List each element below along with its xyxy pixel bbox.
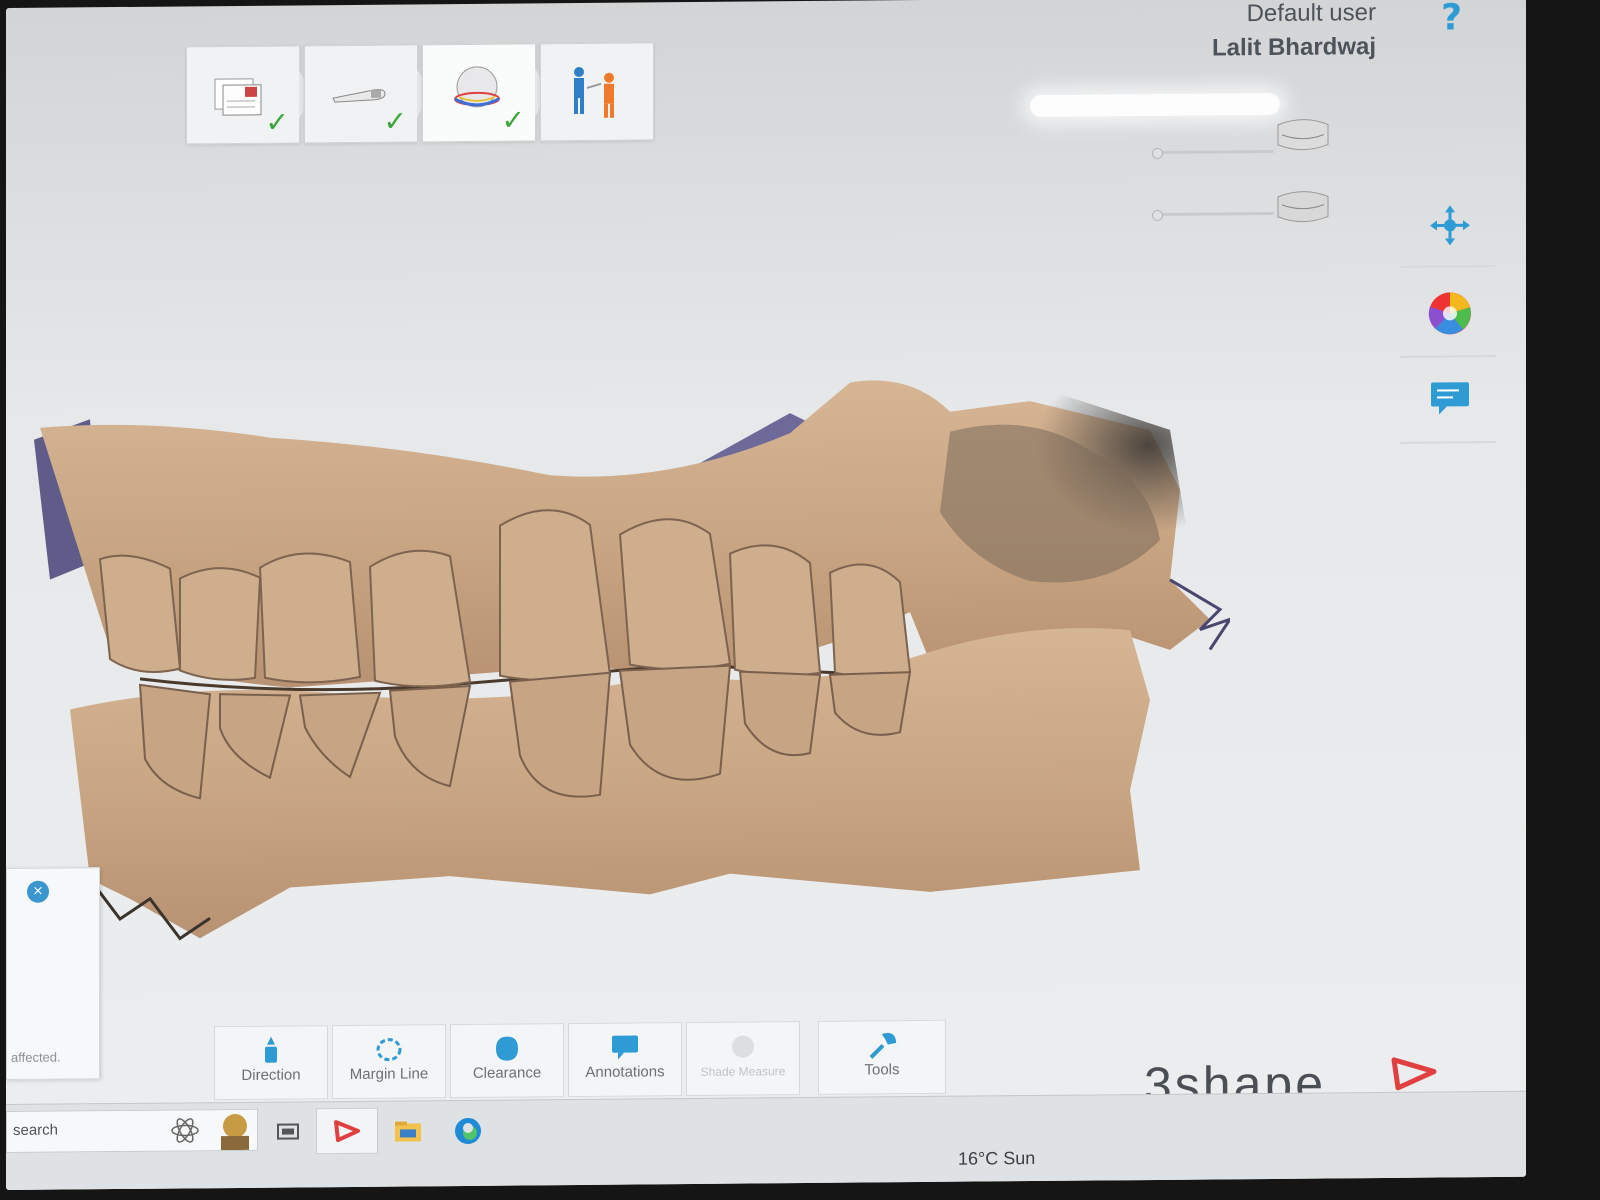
- clearance-button[interactable]: Clearance: [450, 1023, 564, 1099]
- shade-measure-label: Shade Measure: [700, 1064, 786, 1079]
- app-window: ✓ ✓ ✓ Default user Lalit Bhardwaj ? × af…: [6, 0, 1526, 1191]
- margin-line-button[interactable]: Margin Line: [332, 1024, 446, 1100]
- task-view-icon[interactable]: [272, 1116, 304, 1148]
- step-done-check: ✓: [383, 104, 407, 138]
- toolbar-divider: [1400, 354, 1496, 358]
- slider-knob[interactable]: [1152, 147, 1163, 159]
- toolbar-divider: [1400, 440, 1496, 444]
- os-taskbar: search 16°C Sun: [6, 1090, 1526, 1191]
- slider-knob[interactable]: [1152, 209, 1163, 221]
- 3shape-app-icon: [334, 1120, 360, 1143]
- search-placeholder: search: [13, 1121, 59, 1139]
- annotations-button[interactable]: Annotations: [568, 1022, 682, 1098]
- clearance-label: Clearance: [472, 1064, 542, 1082]
- margin-line-icon: [376, 1038, 402, 1062]
- tools-label: Tools: [864, 1061, 900, 1079]
- comment-icon[interactable]: [1418, 367, 1482, 432]
- weather-widget[interactable]: 16°C Sun: [958, 1148, 1035, 1170]
- shade-measure-icon: [732, 1035, 754, 1058]
- tools-button[interactable]: Tools: [818, 1019, 946, 1095]
- scanner-icon: [332, 89, 386, 103]
- lower-jaw-icon[interactable]: [1274, 182, 1332, 229]
- file-explorer-icon[interactable]: [392, 1115, 424, 1147]
- step-done-check: ✓: [501, 103, 525, 137]
- annotations-icon: [612, 1035, 638, 1060]
- upper-jaw-icon[interactable]: [1274, 116, 1332, 163]
- screen-glare: [1030, 92, 1280, 118]
- margin-line-label: Margin Line: [349, 1065, 429, 1083]
- annotations-label: Annotations: [585, 1063, 665, 1081]
- direction-icon: [265, 1036, 277, 1063]
- close-icon[interactable]: ×: [27, 880, 49, 903]
- help-icon[interactable]: ?: [1441, 0, 1462, 38]
- cortana-figure-icon: [221, 1114, 249, 1151]
- logo-triangle-icon: [1391, 1057, 1437, 1091]
- side-panel-text: affected.: [11, 1049, 61, 1065]
- toolbar-divider: [1400, 264, 1496, 268]
- workflow-step-scanner[interactable]: ✓: [304, 44, 418, 144]
- order-form-icon: [214, 78, 262, 116]
- move-icon[interactable]: [1418, 193, 1482, 258]
- send-to-lab-icon: [574, 66, 614, 118]
- shade-measure-button[interactable]: Shade Measure: [686, 1021, 800, 1097]
- step-done-check: ✓: [265, 105, 289, 139]
- user-info[interactable]: Default user Lalit Bhardwaj: [1212, 0, 1376, 65]
- lower-jaw-opacity-slider[interactable]: [1152, 209, 1274, 221]
- color-wheel-icon[interactable]: [1418, 281, 1482, 346]
- info-side-panel: × affected.: [6, 867, 100, 1080]
- user-name: Lalit Bhardwaj: [1211, 33, 1376, 62]
- clearance-icon: [496, 1036, 518, 1061]
- taskbar-3shape-app[interactable]: [316, 1107, 378, 1155]
- bottom-toolbar: Direction Margin Line Clearance Annotati…: [214, 1019, 950, 1101]
- direction-button[interactable]: Direction: [214, 1025, 328, 1101]
- taskbar-search[interactable]: search: [6, 1108, 258, 1153]
- tooth-model-icon: [454, 66, 500, 108]
- edge-browser-icon[interactable]: [452, 1115, 484, 1147]
- direction-label: Direction: [241, 1066, 301, 1084]
- wrench-icon: [869, 1032, 897, 1059]
- user-role: Default user: [1246, 0, 1376, 28]
- workflow-step-send-to-lab[interactable]: [540, 42, 654, 142]
- upper-jaw-opacity-slider[interactable]: [1152, 147, 1274, 159]
- dental-scan-3d-model[interactable]: [30, 369, 1230, 959]
- workflow-step-order-form[interactable]: ✓: [186, 45, 300, 145]
- workflow-bar: ✓ ✓ ✓: [186, 42, 658, 146]
- workflow-step-post-processing[interactable]: ✓: [422, 43, 536, 143]
- atom-icon: [171, 1118, 199, 1143]
